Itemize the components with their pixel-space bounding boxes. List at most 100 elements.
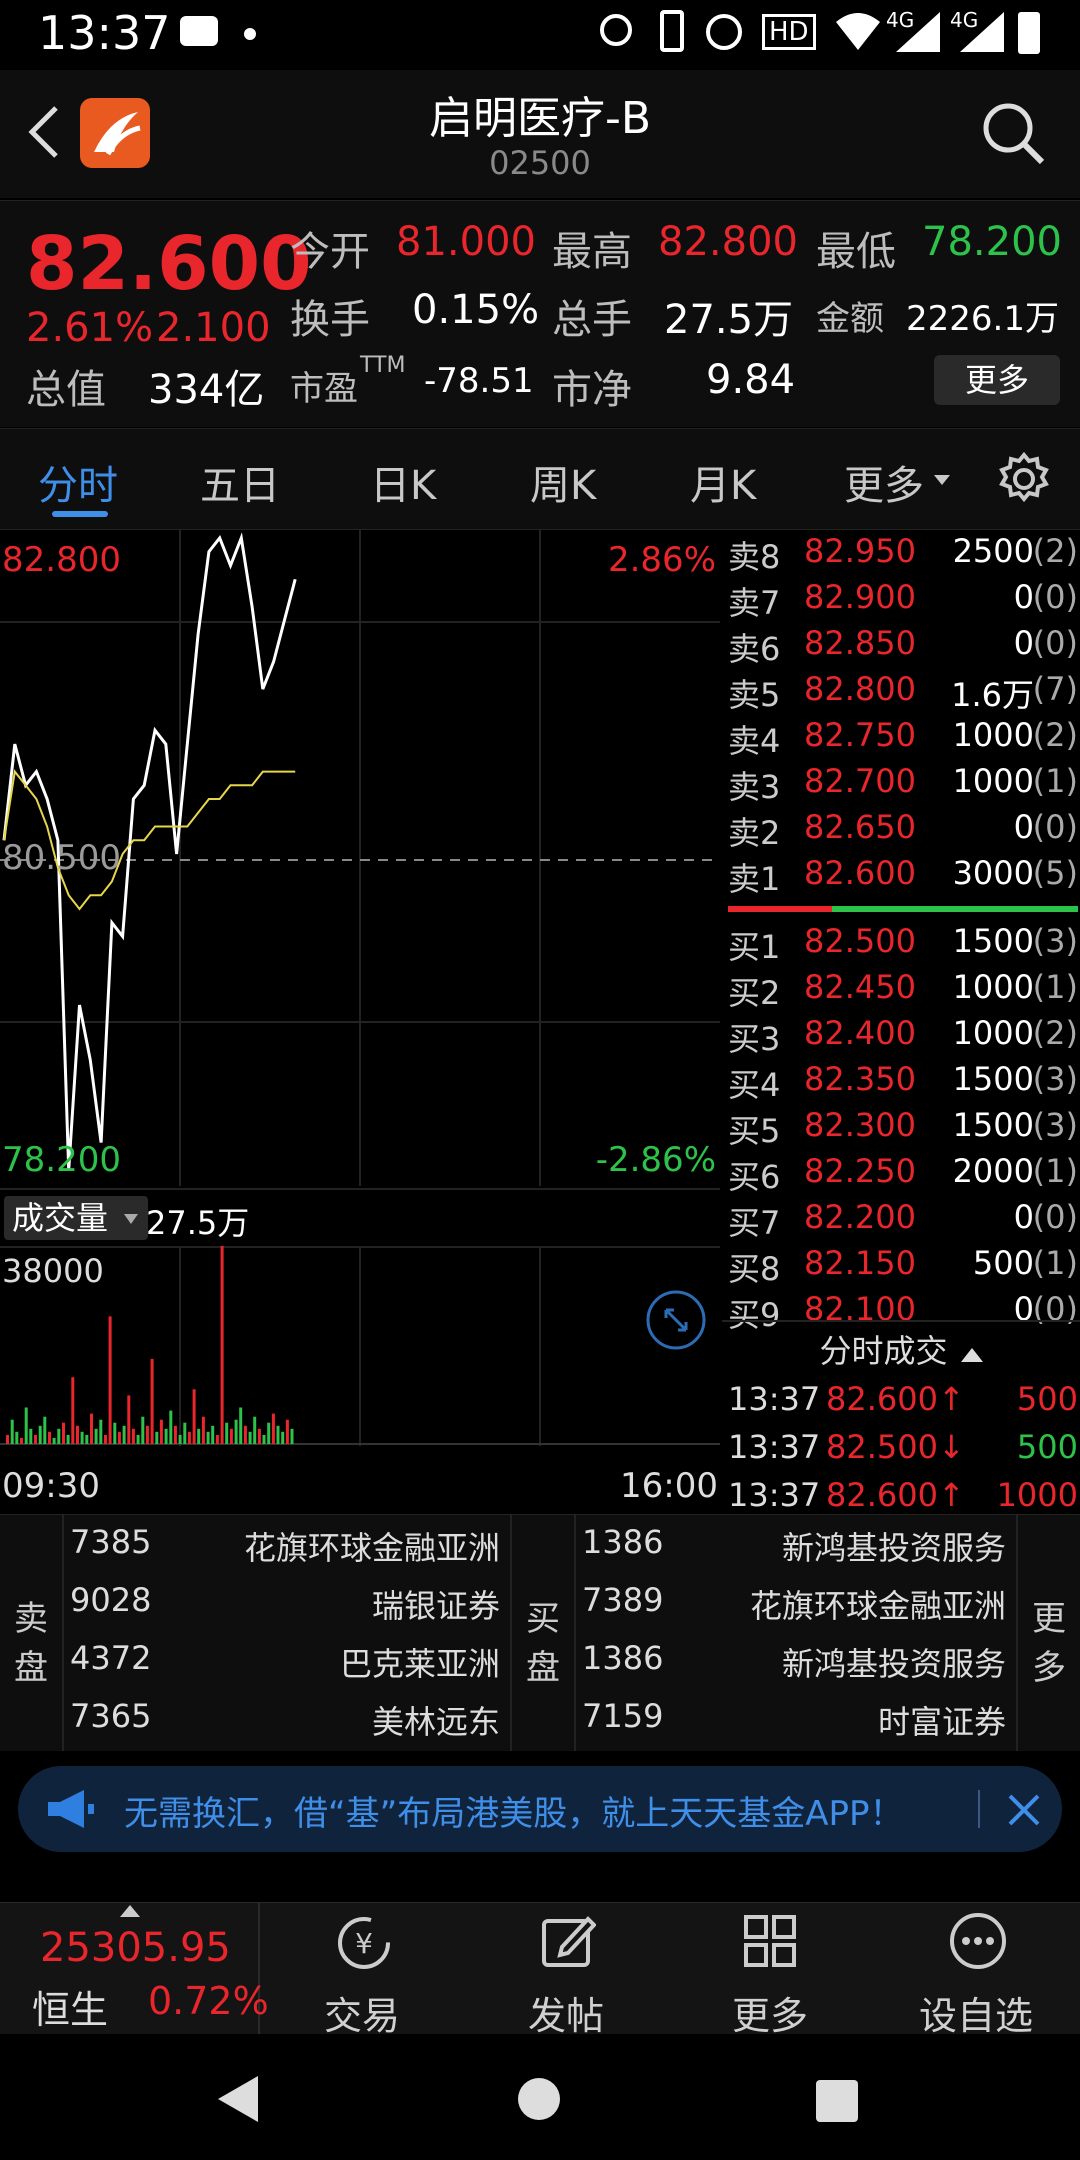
volume-bar bbox=[257, 1428, 261, 1444]
bid-row[interactable]: 买3 82.400 1000 (2) bbox=[722, 1014, 1080, 1060]
nav-home-icon[interactable] bbox=[518, 2078, 560, 2120]
close-icon[interactable] bbox=[1006, 1792, 1042, 1828]
bid-row[interactable]: 买4 82.350 1500 (3) bbox=[722, 1060, 1080, 1106]
tab-weekly-k[interactable]: 周K bbox=[530, 453, 596, 511]
bid-label: 买7 bbox=[728, 1204, 781, 1242]
trades-collapse-icon bbox=[960, 1348, 983, 1362]
trade-qty: 1000 bbox=[996, 1476, 1078, 1514]
tab-more[interactable]: 更多 bbox=[844, 453, 924, 511]
system-nav-bar bbox=[0, 2034, 1080, 2160]
low-label: 最低 bbox=[816, 229, 896, 275]
broker-buy-row[interactable]: 7159 时富证券 bbox=[576, 1689, 1016, 1747]
ad-banner[interactable]: 无需换汇，借“基”布局港美股，就上天天基金APP！ bbox=[18, 1766, 1062, 1852]
bid-row[interactable]: 买5 82.300 1500 (3) bbox=[722, 1106, 1080, 1152]
broker-name: 巴克莱亚洲 bbox=[339, 1645, 500, 1683]
bid-price: 82.150 bbox=[804, 1244, 916, 1282]
more-button[interactable]: 更多 bbox=[668, 1903, 872, 2038]
ask-row[interactable]: 卖6 82.850 0 (0) bbox=[722, 624, 1080, 670]
volume-bar bbox=[127, 1395, 131, 1444]
bid-row[interactable]: 买2 82.450 1000 (1) bbox=[722, 968, 1080, 1014]
ask-row[interactable]: 卖5 82.800 1.6万 (7) bbox=[722, 670, 1080, 716]
ask-price: 82.900 bbox=[804, 578, 916, 616]
broker-buy-row[interactable]: 1386 新鸿基投资服务 bbox=[576, 1515, 1016, 1573]
broker-name: 新鸿基投资服务 bbox=[781, 1529, 1006, 1567]
bid-row[interactable]: 买1 82.500 1500 (3) bbox=[722, 922, 1080, 968]
ask-qty: 0 bbox=[1013, 578, 1034, 616]
nav-recents-icon[interactable] bbox=[816, 2080, 858, 2122]
expand-icon[interactable] bbox=[644, 1288, 708, 1352]
bid-label: 买1 bbox=[728, 928, 781, 966]
volume-bar bbox=[253, 1416, 257, 1444]
volume-bar bbox=[234, 1419, 238, 1444]
bid-count: (0) bbox=[1032, 1198, 1078, 1236]
trade-row: 13:37 82.500↓ 500 bbox=[722, 1428, 1080, 1474]
volume-bar bbox=[145, 1425, 149, 1444]
broker-sell-row[interactable]: 7385 花旗环球金融亚洲 bbox=[64, 1515, 510, 1573]
search-icon[interactable] bbox=[980, 100, 1046, 166]
post-button[interactable]: 发帖 bbox=[464, 1903, 668, 2038]
bid-row[interactable]: 买8 82.150 500 (1) bbox=[722, 1244, 1080, 1290]
broker-sell-row[interactable]: 7365 美林远东 bbox=[64, 1689, 510, 1747]
bid-qty: 0 bbox=[1013, 1198, 1034, 1236]
ask-row[interactable]: 卖3 82.700 1000 (1) bbox=[722, 762, 1080, 808]
bid-count: (3) bbox=[1032, 1106, 1078, 1144]
volume-total: 27.5万 bbox=[146, 1204, 250, 1242]
ask-row[interactable]: 卖4 82.750 1000 (2) bbox=[722, 716, 1080, 762]
bid-qty: 1500 bbox=[952, 922, 1034, 960]
amount-value: 2226.1万 bbox=[906, 299, 1059, 339]
tab-five-day[interactable]: 五日 bbox=[200, 453, 280, 511]
turnover-label: 换手 bbox=[290, 297, 370, 343]
tab-daily-k[interactable]: 日K bbox=[370, 453, 436, 511]
nav-back-icon[interactable] bbox=[214, 2074, 260, 2124]
broker-name: 瑞银证券 bbox=[371, 1587, 500, 1625]
quote-panel: 82.600 2.61% 2.100 总值 334亿 今开 81.000 最高 … bbox=[0, 200, 1080, 427]
ratio-bar-red bbox=[728, 906, 832, 912]
tab-intraday[interactable]: 分时 bbox=[38, 453, 118, 511]
status-time: 13:37 bbox=[38, 6, 171, 60]
high-label: 最高 bbox=[552, 229, 632, 275]
trade-button[interactable]: ¥ 交易 bbox=[260, 1903, 464, 2038]
volume-bar bbox=[173, 1425, 177, 1444]
phone-icon bbox=[660, 10, 684, 52]
broker-sell-row[interactable]: 9028 瑞银证券 bbox=[64, 1573, 510, 1631]
bid-row[interactable]: 买6 82.250 2000 (1) bbox=[722, 1152, 1080, 1198]
quote-more-button[interactable]: 更多 bbox=[934, 355, 1060, 405]
index-ticker[interactable]: 25305.95 恒生 0.72% bbox=[0, 1903, 269, 2035]
stock-header: 启明医疗-B 02500 bbox=[0, 70, 1080, 198]
volume-bar bbox=[197, 1428, 201, 1444]
ask-row[interactable]: 卖2 82.650 0 (0) bbox=[722, 808, 1080, 854]
broker-buy-row[interactable]: 7389 花旗环球金融亚洲 bbox=[576, 1573, 1016, 1631]
chart-low-pct: -2.86% bbox=[595, 1140, 716, 1180]
volume-bar bbox=[211, 1425, 215, 1444]
ask-row[interactable]: 卖7 82.900 0 (0) bbox=[722, 578, 1080, 624]
trades-header-label: 分时成交 bbox=[819, 1332, 948, 1370]
banner-text: 无需换汇，借“基”布局港美股，就上天天基金APP！ bbox=[124, 1794, 904, 1834]
trade-qty: 500 bbox=[1016, 1380, 1078, 1418]
volume-bar bbox=[276, 1425, 280, 1444]
broker-sell-row[interactable]: 4372 巴克莱亚洲 bbox=[64, 1631, 510, 1689]
volume-bar bbox=[113, 1422, 117, 1444]
volume-selector[interactable]: 成交量 bbox=[4, 1196, 149, 1240]
volume-bar bbox=[150, 1358, 154, 1444]
broker-more-button[interactable]: 更多 bbox=[1018, 1515, 1080, 1751]
trades-header[interactable]: 分时成交 bbox=[722, 1320, 1080, 1380]
volume-bar bbox=[192, 1389, 196, 1444]
ask-price: 82.700 bbox=[804, 762, 916, 800]
trade-list: 13:37 82.600↑ 500 13:37 82.500↓ 500 13:37 82.60… bbox=[722, 1380, 1080, 1520]
broker-buy-row[interactable]: 1386 新鸿基投资服务 bbox=[576, 1631, 1016, 1689]
time-start-label: 09:30 bbox=[2, 1466, 100, 1506]
bid-row[interactable]: 买7 82.200 0 (0) bbox=[722, 1198, 1080, 1244]
bid-ask-ratio-bar bbox=[728, 906, 1078, 912]
ask-row[interactable]: 卖1 82.600 3000 (5) bbox=[722, 854, 1080, 900]
ask-row[interactable]: 卖8 82.950 2500 (2) bbox=[722, 532, 1080, 578]
ask-label: 卖5 bbox=[728, 676, 781, 714]
settings-gear-icon[interactable] bbox=[996, 451, 1052, 507]
tab-monthly-k[interactable]: 月K bbox=[690, 453, 756, 511]
ask-count: (2) bbox=[1032, 716, 1078, 754]
volume-bar bbox=[178, 1434, 182, 1444]
add-watchlist-button[interactable]: 设自选 bbox=[872, 1903, 1080, 2038]
broker-id: 1386 bbox=[582, 1523, 664, 1561]
buy-side-label: 买盘 bbox=[512, 1515, 576, 1751]
add-watchlist-label: 设自选 bbox=[918, 1994, 1033, 2038]
signal-icon-2 bbox=[960, 12, 1004, 52]
